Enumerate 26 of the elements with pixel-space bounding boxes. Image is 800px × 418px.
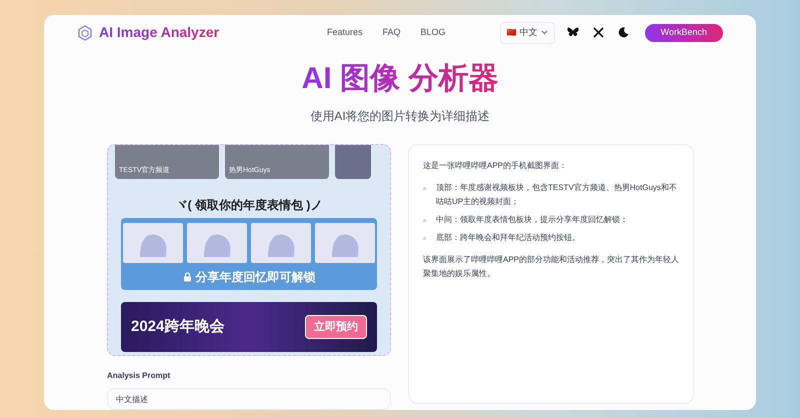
chevron-down-icon [540, 30, 548, 35]
sticker-heading: ヾ( 领取你的年度表情包 )ノ [176, 197, 322, 214]
prompt-field[interactable]: 中文描述 [107, 388, 391, 410]
lock-icon [182, 272, 192, 282]
bullet-icon [423, 187, 426, 190]
nav-link[interactable]: FAQ [382, 26, 401, 40]
result-point: 中间：领取年度表情包板块，提示分享年度回忆解锁； [436, 214, 628, 226]
moon-icon[interactable] [618, 27, 629, 38]
result-point: 底部：跨年晚会和拜年纪活动预约按钮。 [436, 232, 580, 244]
prompt-label: Analysis Prompt [107, 370, 172, 382]
result-intro: 这是一张哔哩哔哩APP的手机截图界面： [423, 160, 568, 172]
language-selector[interactable]: 🇨🇳 中文 [500, 22, 555, 44]
video-thumbnail [335, 145, 371, 179]
unlock-text: 分享年度回忆即可解锁 [196, 269, 316, 286]
bullet-icon [423, 219, 426, 222]
x-logo-icon[interactable] [592, 27, 604, 38]
result-summary: 该界面展示了哔哩哔哩APP的部分功能和活动推荐，突出了其作为年轻人聚集地的娱乐属性。 [423, 254, 679, 280]
nav-link[interactable]: Features [327, 26, 363, 40]
workbench-button[interactable]: WorkBench [644, 24, 723, 42]
nav-link[interactable]: BLOG [420, 26, 446, 40]
butterfly-icon[interactable] [566, 27, 579, 38]
hexagon-logo-icon [77, 24, 93, 40]
bullet-icon [423, 237, 426, 240]
result-point: 顶部：年度感谢视频板块，包含TESTV官方频道、热男HotGuys和不咕咕UP主的视频封面； [436, 182, 678, 208]
banner-title: 2024跨年晚会 [131, 316, 224, 337]
page-subtitle: 使用AI将您的图片转换为详细描述 [310, 108, 490, 125]
